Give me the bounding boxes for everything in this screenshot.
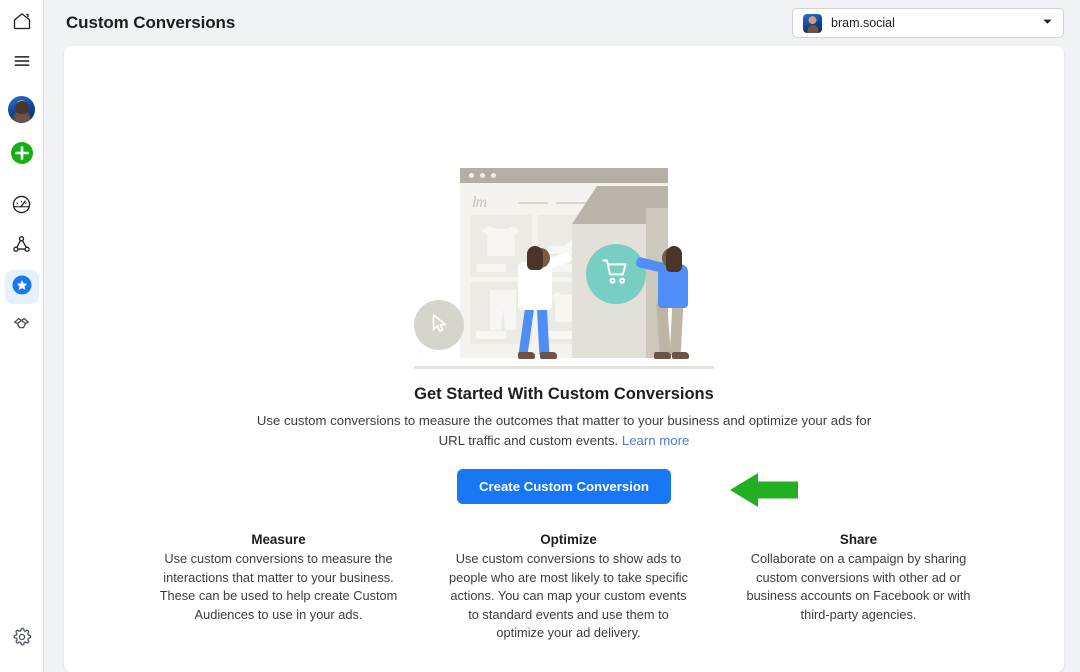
settings-button[interactable] <box>5 622 39 656</box>
sidebar-item-profile[interactable] <box>5 92 39 126</box>
illustration-nav-line <box>518 202 548 204</box>
feature-column-measure: Measure Use custom conversions to measur… <box>156 532 401 643</box>
feature-column-optimize: Optimize Use custom conversions to show … <box>446 532 691 643</box>
empty-state-title: Get Started With Custom Conversions <box>414 385 714 403</box>
home-icon <box>12 11 32 36</box>
cursor-pointer-icon <box>428 312 450 339</box>
illustration-cart-badge <box>586 244 646 304</box>
feature-heading: Share <box>839 532 878 547</box>
sidebar-item-network[interactable] <box>5 230 39 264</box>
illustration-price-tag <box>476 331 506 339</box>
sidebar-item-custom-conversions[interactable] <box>4 270 39 304</box>
empty-state-description: Use custom conversions to measure the ou… <box>249 411 879 451</box>
main-region: Custom Conversions bram.social lm Get St… <box>44 0 1080 672</box>
person-leg <box>669 303 684 357</box>
person-shoe <box>672 352 689 359</box>
feature-body: Collaborate on a campaign by sharing cus… <box>746 551 971 622</box>
feature-body: Use custom conversions to show ads to pe… <box>449 551 688 640</box>
content-card: lm Get Started With Custom Conversions U… <box>64 46 1064 672</box>
illustration-ground-line <box>414 366 714 369</box>
person-shoe <box>540 352 557 359</box>
app-root: Custom Conversions bram.social lm Get St… <box>0 0 1080 672</box>
person-shoe <box>654 352 671 359</box>
sidebar-item-settings[interactable] <box>5 622 39 662</box>
person-hair <box>666 246 682 272</box>
cta-row: Create Custom Conversion <box>64 469 1064 507</box>
illustration-nav-line <box>556 202 586 204</box>
illustration-shirt <box>482 226 520 256</box>
browser-dot <box>469 173 474 178</box>
page-header: Custom Conversions bram.social <box>44 0 1080 46</box>
browser-dot <box>491 173 496 178</box>
user-avatar <box>8 95 35 123</box>
feature-columns: Measure Use custom conversions to measur… <box>64 504 1064 643</box>
account-name: bram.social <box>831 16 895 30</box>
green-left-arrow-annotation <box>730 473 798 512</box>
person-hair <box>527 246 543 270</box>
plus-circle-icon <box>10 141 34 170</box>
sidebar-item-menu[interactable] <box>5 46 39 80</box>
left-nav-rail <box>0 0 44 672</box>
sidebar-item-partnerships[interactable] <box>5 310 39 344</box>
star-circle-icon <box>11 274 33 301</box>
illustration-browser-chrome <box>460 168 668 183</box>
network-graph-icon <box>11 234 32 260</box>
speedometer-icon <box>11 194 32 220</box>
page-title: Custom Conversions <box>66 13 236 32</box>
handshake-icon <box>11 314 32 340</box>
feature-heading: Optimize <box>540 532 597 547</box>
gear-icon <box>12 627 32 652</box>
sidebar-item-performance[interactable] <box>5 190 39 224</box>
illustration-site-logo: lm <box>472 194 487 211</box>
account-selector[interactable]: bram.social <box>792 8 1064 38</box>
shopping-cart-icon <box>600 256 632 293</box>
empty-state-hero: lm Get Started With Custom Conversions U… <box>64 46 1064 643</box>
learn-more-link[interactable]: Learn more <box>622 433 689 448</box>
feature-heading: Measure <box>251 532 306 547</box>
empty-state-description-text: Use custom conversions to measure the ou… <box>256 413 872 448</box>
sidebar-item-home[interactable] <box>5 6 39 40</box>
chevron-down-icon[interactable] <box>1042 14 1053 32</box>
browser-dot <box>480 173 485 178</box>
account-avatar <box>803 13 822 33</box>
person-leg <box>656 301 671 357</box>
illustration-price-tag <box>476 264 506 272</box>
create-custom-conversion-button[interactable]: Create Custom Conversion <box>456 469 671 504</box>
hamburger-menu-icon <box>12 51 32 76</box>
person-shoe <box>518 352 535 359</box>
storefront-shopping-illustration: lm <box>414 164 714 369</box>
illustration-cursor-badge <box>414 300 464 350</box>
feature-body: Use custom conversions to measure the in… <box>159 551 398 622</box>
sidebar-item-create[interactable] <box>5 138 39 172</box>
feature-column-share: Share Collaborate on a campaign by shari… <box>736 532 981 643</box>
